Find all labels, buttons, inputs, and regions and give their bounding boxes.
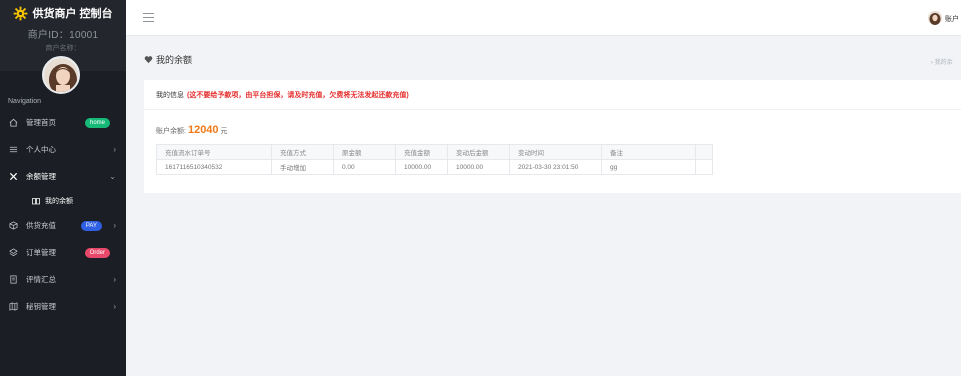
user-avatar[interactable]: [928, 11, 942, 25]
column-header: 原金额: [333, 144, 396, 160]
table-cell: 10000.00: [395, 159, 448, 175]
chevron-right-icon: ›: [113, 302, 116, 311]
cube-icon: [8, 221, 18, 231]
merchant-id: 商户ID：10001: [27, 30, 99, 41]
layers-icon: [8, 248, 18, 258]
column-header: 变动后金额: [447, 144, 510, 160]
user-menu-label[interactable]: 账户: [945, 14, 961, 24]
avatar-image: [44, 58, 78, 92]
card-header-title: 我的信息: [156, 91, 184, 99]
balance-card: 我的信息 (这不要给予款项，由平台担保，请及时充值，欠费将无法发起还款充值) 账…: [144, 80, 961, 193]
sidebar-subitem-my-balance[interactable]: 我的余额: [0, 190, 126, 212]
sidebar-item-label: 余额管理: [26, 172, 56, 181]
table-cell: 10000.00: [447, 159, 510, 175]
sidebar-item-balance[interactable]: 余额管理 ⌄: [0, 163, 126, 190]
home-icon: [8, 118, 18, 128]
sidebar-item-label: 个人中心: [26, 145, 56, 154]
sidebar-item-profile[interactable]: 个人中心 ›: [0, 136, 126, 163]
avatar[interactable]: [42, 56, 80, 94]
book-icon: [32, 197, 40, 205]
brand-title[interactable]: 供货商户 控制台: [0, 5, 126, 21]
page-title-text: 我的余额: [156, 55, 193, 65]
sidebar: 供货商户 控制台 商户ID：10001 商户名称： Navigation 管理首…: [0, 0, 126, 376]
warning-notice: (这不要给予款项，由平台担保，请及时充值，欠费将无法发起还款充值): [187, 91, 409, 99]
table-cell: 手动增加: [271, 159, 334, 175]
nav-heading: Navigation: [8, 98, 42, 105]
card-header: 我的信息 (这不要给予款项，由平台担保，请及时充值，欠费将无法发起还款充值): [144, 80, 961, 110]
gear-logo-icon: [14, 6, 28, 20]
column-header: 充值金额: [395, 144, 448, 160]
sidebar-item-label: 订单管理: [26, 248, 56, 257]
topbar: 账户: [126, 0, 961, 36]
sidebar-item-label: 评情汇总: [26, 275, 56, 284]
brand-title-text: 供货商户 控制台: [32, 8, 113, 20]
user-avatar-image: [928, 11, 942, 25]
balance-unit: 元: [220, 128, 228, 135]
nav-list: 管理首页 home 个人中心 › 余额管理 ⌄ 我的余额 供货充值 PAY › …: [0, 109, 126, 320]
table-cell: gg: [601, 159, 696, 175]
balance-value: 12040: [187, 124, 219, 136]
column-header: 充值方式: [271, 144, 334, 160]
chevron-down-icon: ⌄: [109, 172, 116, 181]
column-header: 备注: [601, 144, 696, 160]
map-icon: [8, 302, 18, 312]
pay-badge: PAY: [80, 220, 102, 231]
table-cell: [695, 159, 713, 175]
sidebar-item-orders[interactable]: 订单管理 Order: [0, 239, 126, 266]
sidebar-item-label: 管理首页: [26, 118, 56, 127]
heart-icon: [144, 56, 153, 64]
recharge-table: 充值流水订单号 充值方式 原金额 充值金额 变动后金额 变动时间 备注 1617…: [156, 144, 713, 175]
table-cell: 1617116510340532: [156, 159, 272, 175]
account-balance: 账户余额: 12040 元: [156, 124, 228, 136]
sidebar-item-label: 秘钥管理: [26, 302, 56, 311]
sidebar-item-label: 供货充值: [26, 221, 56, 230]
column-header: [695, 144, 713, 160]
sidebar-item-home[interactable]: 管理首页 home: [0, 109, 126, 136]
page-title: 我的余额: [144, 53, 192, 66]
table-row: 1617116510340532 手动增加 0.00 10000.00 1000…: [156, 159, 713, 175]
document-icon: [8, 275, 18, 285]
menu-lines-icon: [8, 145, 18, 155]
chevron-right-icon: ›: [113, 221, 116, 230]
order-badge: Order: [84, 247, 110, 258]
table-cell: 2021-03-30 23:01:50: [509, 159, 602, 175]
balance-label: 账户余额:: [156, 128, 186, 135]
chevron-right-icon: ›: [113, 275, 116, 284]
sidebar-item-supply-recharge[interactable]: 供货充值 PAY ›: [0, 212, 126, 239]
chevron-right-icon: ›: [113, 145, 116, 154]
merchant-name: 商户名称：: [45, 45, 81, 52]
sidebar-item-keys[interactable]: 秘钥管理 ›: [0, 293, 126, 320]
tools-icon: [8, 172, 18, 182]
column-header: 充值流水订单号: [156, 144, 272, 160]
home-badge: home: [84, 117, 110, 128]
column-header: 变动时间: [509, 144, 602, 160]
sidebar-subitem-label: 我的余额: [45, 198, 73, 205]
table-cell: 0.00: [333, 159, 396, 175]
breadcrumb[interactable]: › 我的余: [931, 57, 961, 66]
hamburger-menu-icon[interactable]: [143, 13, 154, 22]
table-header-row: 充值流水订单号 充值方式 原金额 充值金额 变动后金额 变动时间 备注: [156, 144, 713, 160]
sidebar-item-summary[interactable]: 评情汇总 ›: [0, 266, 126, 293]
